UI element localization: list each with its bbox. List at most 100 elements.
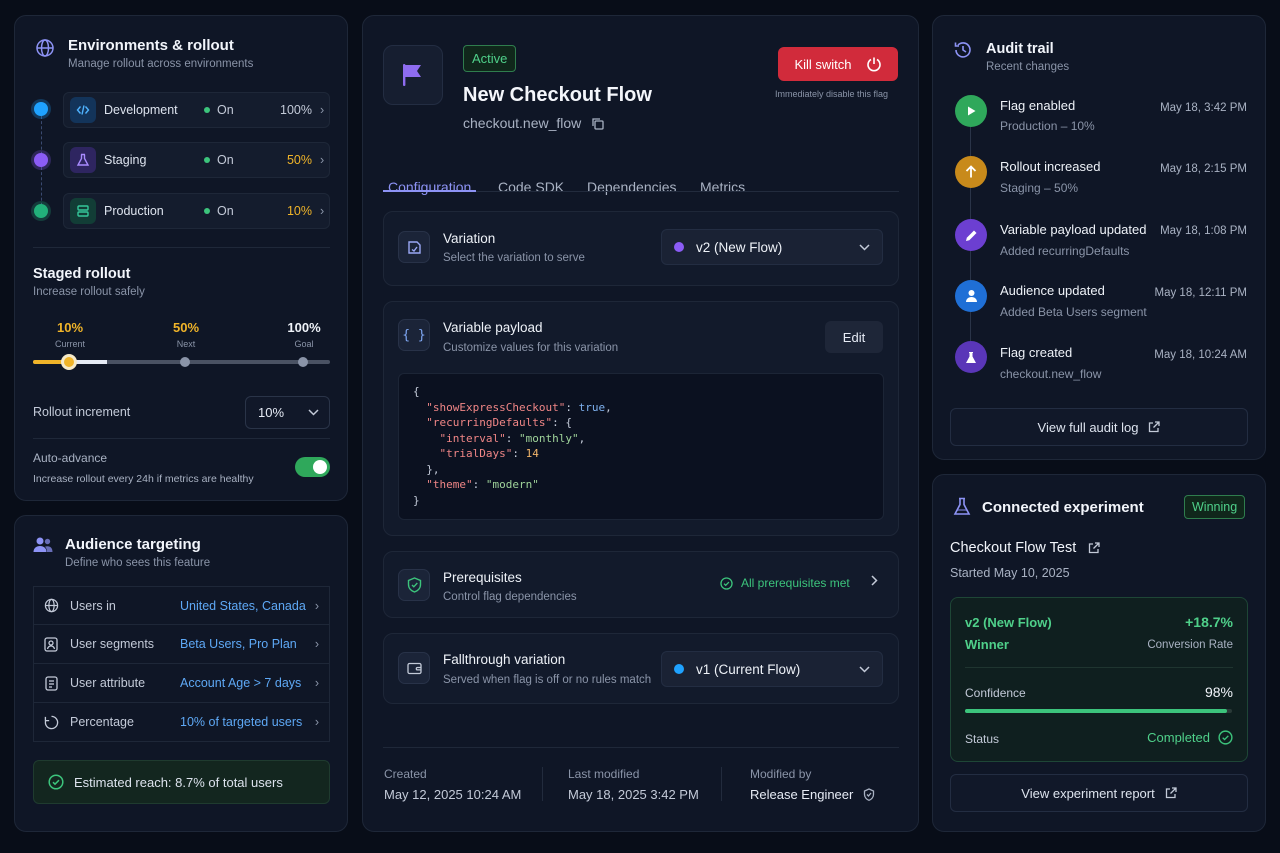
env-row-production[interactable]: Production On 10% › [63, 193, 330, 229]
event-time: May 18, 2:15 PM [1160, 163, 1247, 175]
audience-row-users-in[interactable]: Users in United States, Canada › [33, 586, 330, 625]
view-report-label: View experiment report [1021, 785, 1155, 801]
fallthrough-dot [674, 664, 684, 674]
rollout-slider-handle[interactable] [61, 354, 77, 370]
modified-by-value: Release Engineer [750, 787, 854, 802]
event-sub: Added recurringDefaults [1000, 244, 1130, 258]
rollout-step-goal: 100% Goal [281, 320, 327, 349]
auto-advance-desc: Increase rollout every 24h if metrics ar… [33, 473, 254, 485]
flask-icon [955, 341, 987, 373]
audience-subtitle: Define who sees this feature [65, 557, 211, 569]
result-divider [965, 667, 1233, 668]
rollout-step-current: 10% Current [49, 320, 91, 349]
audience-title: Audience targeting [65, 536, 201, 553]
prerequisites-subtitle: Control flag dependencies [443, 591, 577, 603]
payload-code-block[interactable]: { "showExpressCheckout": true, "recurrin… [398, 373, 884, 520]
audience-row-segments[interactable]: User segments Beta Users, Pro Plan › [33, 625, 330, 664]
variation-dot [674, 242, 684, 252]
code-token: "interval" [439, 431, 506, 445]
tab-dependencies[interactable]: Dependencies [587, 179, 677, 195]
status-dot [204, 157, 210, 163]
environments-panel: Environments & rollout Manage rollout ac… [14, 15, 348, 501]
code-token: "monthly" [518, 431, 579, 445]
code-token: } [413, 493, 420, 507]
env-status: On [204, 153, 264, 167]
code-token: : [472, 478, 486, 491]
env-status: On [204, 204, 264, 218]
kill-switch-label: Kill switch [794, 56, 852, 72]
copy-icon[interactable] [591, 117, 604, 130]
kill-switch-button[interactable]: Kill switch [778, 47, 898, 81]
edit-button[interactable]: Edit [825, 321, 883, 353]
created-value: May 12, 2025 10:24 AM [384, 787, 522, 802]
fallthrough-select[interactable]: v1 (Current Flow) [661, 651, 883, 687]
toggle-knob [313, 460, 327, 474]
code-token: "modern" [485, 478, 539, 491]
audience-row-label: Users in [70, 598, 116, 613]
event-title: Rollout increased [1000, 159, 1101, 174]
pencil-icon [955, 219, 987, 251]
env-row-staging[interactable]: Staging On 50% › [63, 142, 330, 178]
increment-value: 10% [258, 405, 285, 420]
env-percent: 50% [286, 153, 312, 167]
result-card: v2 (New Flow) +18.7% Winner Conversion R… [950, 597, 1248, 762]
env-row-development[interactable]: Development On 100% › [63, 92, 330, 128]
auto-advance-toggle[interactable] [295, 457, 330, 477]
event-sub: Production – 10% [1000, 119, 1095, 133]
shield-check-icon [398, 569, 430, 601]
shield-icon [863, 788, 875, 801]
variant-name: v2 (New Flow) [965, 615, 1052, 630]
env-status-text: On [217, 103, 234, 117]
rollout-slider[interactable] [33, 354, 330, 370]
code-token: : { [552, 416, 572, 429]
slider-tick-next [180, 357, 190, 367]
external-link-icon [1148, 421, 1161, 433]
prerequisites-card[interactable]: Prerequisites Control flag dependencies … [383, 551, 899, 618]
code-token: "showExpressCheckout" [426, 400, 566, 414]
confidence-bar [965, 709, 1232, 713]
code-token: 14 [525, 447, 539, 460]
code-line: "showExpressCheckout": true, [413, 400, 611, 414]
code-token: : [505, 431, 519, 445]
view-audit-log-button[interactable]: View full audit log [950, 408, 1248, 446]
braces-icon: { } [398, 319, 430, 351]
tab-metrics[interactable]: Metrics [700, 179, 745, 195]
code-token: }, [426, 462, 440, 476]
payload-subtitle: Customize values for this variation [443, 342, 619, 354]
chevron-right-icon: › [320, 103, 325, 117]
experiment-name-row[interactable]: Checkout Flow Test [950, 540, 1100, 556]
tab-code-sdk[interactable]: Code SDK [498, 179, 564, 195]
flag-detail-panel: Active New Checkout Flow checkout.new_fl… [362, 15, 919, 832]
segment-icon [40, 636, 62, 652]
estimated-reach-text: Estimated reach: 8.7% of total users [74, 774, 283, 790]
tab-configuration[interactable]: Configuration [388, 179, 471, 195]
check-circle-icon [720, 576, 733, 590]
audience-row-percentage[interactable]: Percentage 10% of targeted users › [33, 703, 330, 742]
wallet-icon [398, 652, 430, 684]
audience-row-attribute[interactable]: User attribute Account Age > 7 days › [33, 664, 330, 703]
rollout-step-next: 50% Next [165, 320, 207, 349]
experiment-title: Connected experiment [982, 499, 1144, 516]
increment-select[interactable]: 10% [245, 396, 330, 429]
globe-icon [40, 598, 62, 613]
attribute-icon [40, 675, 62, 691]
event-title: Audience updated [1000, 283, 1105, 298]
chevron-right-icon [871, 575, 878, 586]
code-token: true [578, 400, 606, 414]
env-name: Development [104, 103, 178, 117]
view-audit-log-label: View full audit log [1037, 419, 1139, 435]
view-experiment-report-button[interactable]: View experiment report [950, 774, 1248, 812]
user-icon [955, 280, 987, 312]
status-dot [204, 208, 210, 214]
status-dot [204, 107, 210, 113]
variation-select[interactable]: v2 (New Flow) [661, 229, 883, 265]
chevron-right-icon: › [314, 715, 319, 729]
audit-subtitle: Recent changes [986, 61, 1070, 73]
step-value: 50% [172, 320, 200, 335]
code-token: : [565, 400, 579, 414]
audience-panel: Audience targeting Define who sees this … [14, 515, 348, 832]
environments-title: Environments & rollout [68, 37, 234, 54]
fallthrough-title: Fallthrough variation [443, 652, 566, 667]
confidence-bar-fill [965, 709, 1227, 713]
env-status-text: On [217, 153, 234, 167]
